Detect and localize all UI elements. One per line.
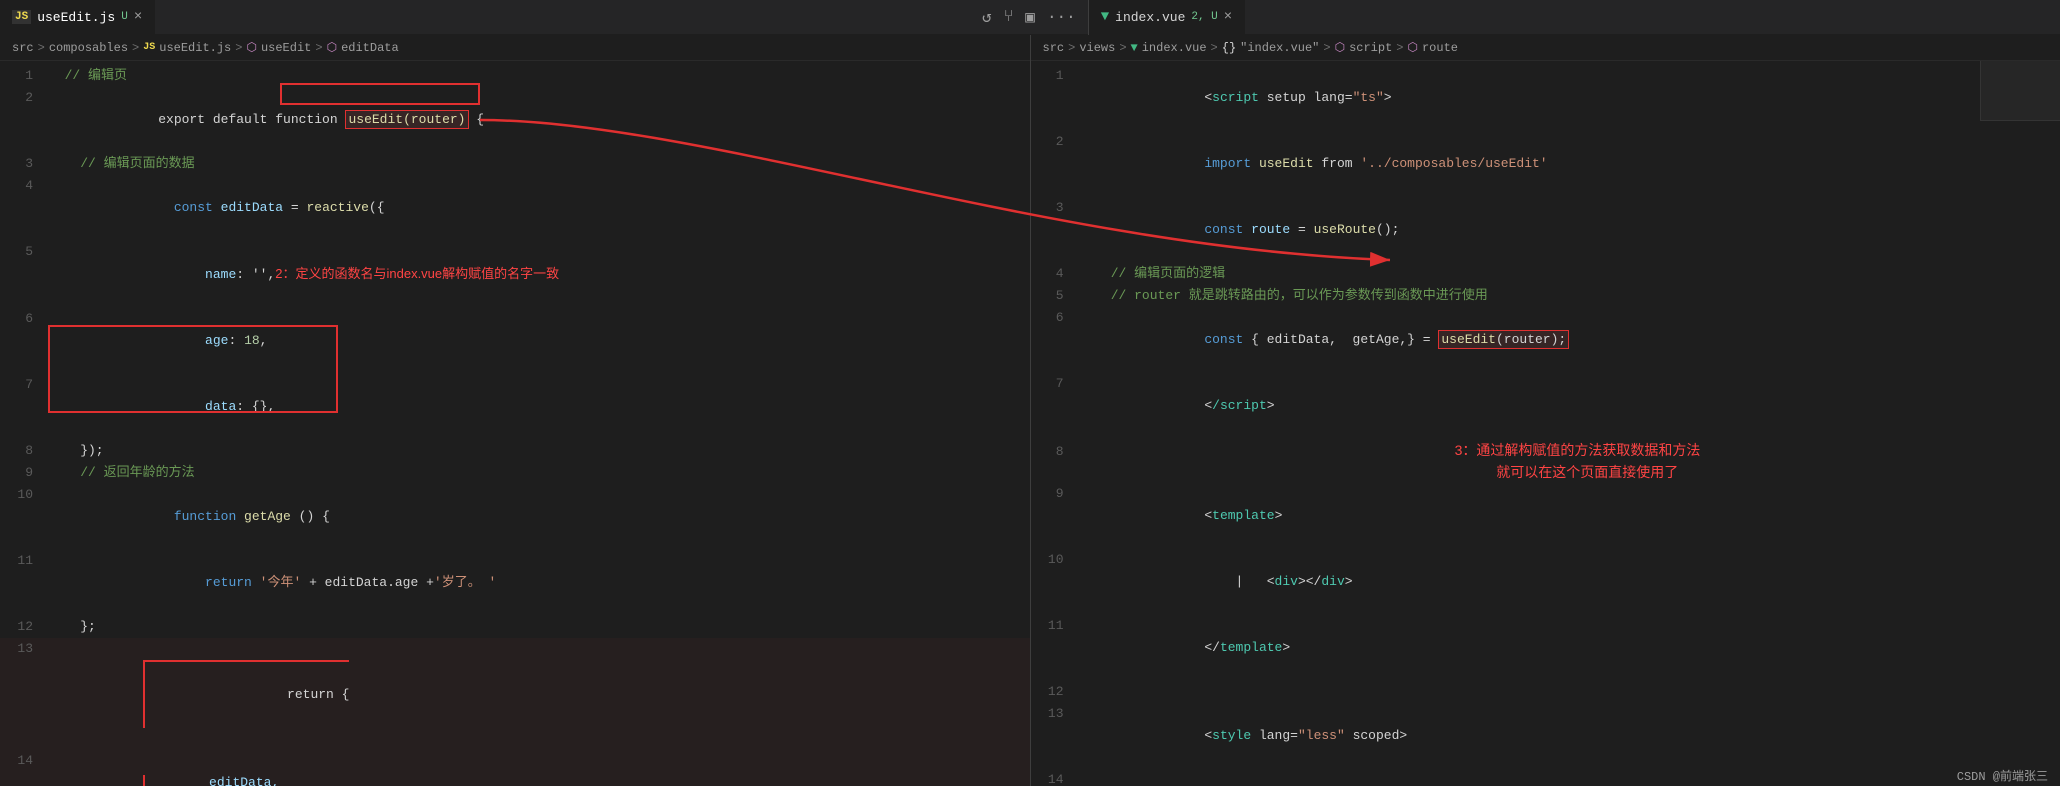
bc-curly-r: {} [1222,41,1236,55]
tab-bar: JS useEdit.js U × ↺ ⑂ ▣ ··· ▼ index.vue … [0,0,2060,35]
tab-right-close[interactable]: × [1224,9,1232,25]
editor-split: src > composables > JS useEdit.js > ⬡ us… [0,35,2060,786]
r-code-line-3: 3 const route = useRoute(); [1031,197,2060,263]
tab-left-close[interactable]: × [134,9,142,25]
bc-views: views [1079,41,1115,55]
r-code-line-7: 7 </script> [1031,373,2060,439]
js-icon: JS [12,10,31,24]
bc-src-r: src [1043,41,1065,55]
r-code-line-12: 12 [1031,681,2060,703]
code-line-6: 6 age: 18, [0,308,1030,374]
r-code-line-1: 1 <script setup lang="ts"> [1031,65,2060,131]
code-line-14: 14 editData, [0,750,1030,786]
annotation3-line1: 3：通过解构赋值的方法获取数据和方法 [1439,439,1700,461]
r-code-line-14: 14 </style> [1031,769,2060,786]
r-code-line-2: 2 import useEdit from '../composables/us… [1031,131,2060,197]
bc-index-vue-q: "index.vue" [1240,41,1319,55]
code-line-2: 2 export default function useEdit(router… [0,87,1030,153]
tab-left-useEdit[interactable]: JS useEdit.js U × [0,0,155,35]
bc-bracket-icon-r: ⬡ [1335,40,1345,55]
bc-useEdit-js: useEdit.js [159,41,231,55]
bc-useEdit: useEdit [261,41,311,55]
tab-right-indexvue[interactable]: ▼ index.vue 2, U × [1089,0,1245,35]
bc-route-icon-r: ⬡ [1407,40,1417,55]
history-icon[interactable]: ↺ [982,7,992,27]
r-code-line-9: 9 <template> [1031,483,2060,549]
code-line-10: 10 function getAge () { [0,484,1030,550]
editor-container: JS useEdit.js U × ↺ ⑂ ▣ ··· ▼ index.vue … [0,0,2060,786]
editor-pane-left: src > composables > JS useEdit.js > ⬡ us… [0,35,1031,786]
code-line-7: 7 data: {}, [0,374,1030,440]
bc-index-vue: index.vue [1142,41,1207,55]
bc-bracket-icon: ⬡ [246,40,256,55]
code-line-5: 5 name: '',2：定义的函数名与index.vue解构赋值的名字一致 [0,241,1030,308]
r-code-line-5: 5 // router 就是跳转路由的，可以作为参数传到函数中进行使用 [1031,285,2060,307]
code-line-9: 9 // 返回年龄的方法 [0,462,1030,484]
r-code-line-10: 10 | <div></div> [1031,549,2060,615]
r-code-line-8: 8 3：通过解构赋值的方法获取数据和方法 就可以在这个页面直接使用了 [1031,439,2060,483]
r-code-line-11: 11 </template> [1031,615,2060,681]
bc-src: src [12,41,34,55]
bc-js-icon: JS [143,42,155,53]
r-code-line-13: 13 <style lang="less" scoped> [1031,703,2060,769]
code-line-4: 4 const editData = reactive({ [0,175,1030,241]
tab-right-badge: 2, U [1191,11,1217,23]
minimap-thumbnail [1980,61,2060,121]
code-area-right[interactable]: 1 <script setup lang="ts"> 2 import useE… [1031,61,2060,786]
annotation3-line2: 就可以在这个页面直接使用了 [1461,461,1678,483]
editor-pane-right: src > views > ▼ index.vue > {} "index.vu… [1031,35,2060,786]
more-icon[interactable]: ··· [1047,8,1076,26]
breadcrumb-left: src > composables > JS useEdit.js > ⬡ us… [0,35,1030,61]
code-line-3: 3 // 编辑页面的数据 [0,153,1030,175]
tab-left-filename: useEdit.js [37,10,115,25]
layout-icon[interactable]: ▣ [1025,7,1035,27]
code-line-13: 13 return { [0,638,1030,750]
bc-composables: composables [49,41,128,55]
vue-icon: ▼ [1101,9,1109,25]
bc-editData: editData [341,41,399,55]
r-code-line-4: 4 // 编辑页面的逻辑 [1031,263,2060,285]
bc-editData-icon: ⬡ [327,40,337,55]
code-line-1: 1 // 编辑页 [0,65,1030,87]
tab-right-filename: index.vue [1115,10,1185,25]
r-code-line-6: 6 const { editData, getAge,} = useEdit(r… [1031,307,2060,373]
bc-route-r: route [1422,41,1458,55]
code-line-12: 12 }; [0,616,1030,638]
bc-script-r: script [1349,41,1392,55]
bottom-watermark: CSDN @前端张三 [1945,765,2060,786]
branch-icon[interactable]: ⑂ [1004,8,1014,26]
code-line-8: 8 }); [0,440,1030,462]
code-line-11: 11 return '今年' + editData.age +'岁了。 ' [0,550,1030,616]
bc-vue-icon-r: ▼ [1131,41,1138,55]
tab-actions: ↺ ⑂ ▣ ··· [970,7,1088,27]
breadcrumb-right: src > views > ▼ index.vue > {} "index.vu… [1031,35,2060,61]
code-area-left[interactable]: 1 // 编辑页 2 export default function useEd… [0,61,1030,786]
tab-left-badge: U [121,11,128,23]
annotation2-text: 2：定义的函数名与index.vue解构赋值的名字一致 [275,266,559,281]
